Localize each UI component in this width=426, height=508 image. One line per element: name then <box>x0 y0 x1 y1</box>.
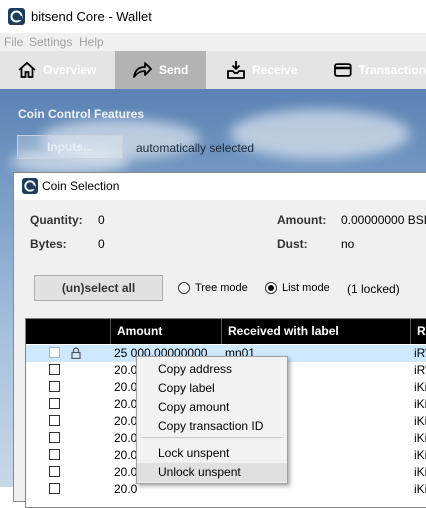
locked-count: (1 locked) <box>347 282 400 296</box>
bitsend-logo-icon <box>22 178 38 194</box>
background-cloud <box>230 109 410 159</box>
coin-control-title: Coin Control Features <box>18 107 145 121</box>
tab-overview[interactable]: Overview <box>17 51 113 89</box>
menu-item-copy-transaction-id[interactable]: Copy transaction ID <box>137 417 287 436</box>
row-address: iRW <box>414 346 426 360</box>
tab-transactions[interactable]: Transaction <box>333 51 426 89</box>
header-amount[interactable]: Amount <box>110 319 221 344</box>
row-address: iKi <box>414 380 426 394</box>
quantity-label: Quantity: <box>30 213 83 227</box>
row-checkbox[interactable] <box>49 415 60 426</box>
window-titlebar: bitsend Core - Wallet <box>0 0 426 33</box>
row-address: iKi <box>414 448 426 462</box>
row-amount: 20.0 <box>114 380 138 394</box>
menu-item-copy-address[interactable]: Copy address <box>137 360 287 379</box>
menu-item-lock-unspent[interactable]: Lock unspent <box>137 444 287 463</box>
context-menu: Copy address Copy label Copy amount Copy… <box>136 356 288 484</box>
row-address: iKi <box>414 431 426 445</box>
row-checkbox[interactable] <box>49 364 60 375</box>
row-address: iKi <box>414 414 426 428</box>
lock-icon <box>71 347 81 359</box>
row-checkbox[interactable] <box>49 381 60 392</box>
amount-value: 0.00000000 BSD <box>341 213 426 227</box>
home-icon <box>18 61 36 78</box>
row-amount: 20.0 <box>114 397 138 411</box>
coin-control-status: automatically selected <box>136 141 255 155</box>
amount-label: Amount: <box>277 213 327 227</box>
receive-icon <box>227 61 245 79</box>
row-checkbox[interactable] <box>49 483 60 494</box>
row-amount: 20.0 <box>114 431 138 445</box>
row-amount: 20.0 <box>114 465 138 479</box>
row-amount: 20.0 <box>114 448 138 462</box>
unselect-all-button[interactable]: (un)select all <box>34 275 163 301</box>
window-title: bitsend Core - Wallet <box>31 9 152 24</box>
toolbar: Overview Send Receive Transaction <box>0 51 426 89</box>
row-address: iRW <box>414 363 426 377</box>
header-received-with-address[interactable]: Re <box>410 319 426 344</box>
menu-item-unlock-unspent[interactable]: Unlock unspent <box>137 463 287 482</box>
transactions-icon <box>334 63 352 77</box>
row-address: iKi <box>414 465 426 479</box>
menu-settings[interactable]: Settings <box>29 35 72 49</box>
list-mode-label[interactable]: List mode <box>282 282 330 294</box>
menu-item-copy-label[interactable]: Copy label <box>137 379 287 398</box>
row-checkbox[interactable] <box>49 449 60 460</box>
dust-value: no <box>341 237 355 251</box>
inputs-button[interactable]: Inputs... <box>17 135 123 159</box>
header-received-with-label[interactable]: Received with label <box>221 319 410 344</box>
row-amount: 20.0 <box>114 414 138 428</box>
dialog-titlebar: Coin Selection <box>14 173 426 200</box>
table-header: Amount Received with label Re <box>26 319 426 344</box>
menu-help[interactable]: Help <box>79 35 104 49</box>
row-amount: 20.0 <box>114 363 138 377</box>
row-checkbox[interactable] <box>49 347 60 358</box>
send-icon <box>133 62 152 78</box>
row-amount: 20.0 <box>114 482 138 496</box>
tree-mode-radio[interactable] <box>178 282 190 294</box>
menubar: File Settings Help <box>0 33 426 51</box>
tree-mode-label[interactable]: Tree mode <box>195 282 248 294</box>
tab-receive[interactable]: Receive <box>226 51 321 89</box>
menu-item-copy-amount[interactable]: Copy amount <box>137 398 287 417</box>
list-mode-radio[interactable] <box>265 282 277 294</box>
bytes-value: 0 <box>98 237 105 251</box>
tab-send[interactable]: Send <box>115 51 206 89</box>
dialog-title: Coin Selection <box>42 179 120 193</box>
bytes-label: Bytes: <box>30 237 67 251</box>
menu-separator <box>141 437 283 438</box>
menu-file[interactable]: File <box>4 35 23 49</box>
quantity-value: 0 <box>98 213 105 227</box>
row-checkbox[interactable] <box>49 398 60 409</box>
row-checkbox[interactable] <box>49 432 60 443</box>
row-address: iKi <box>414 482 426 496</box>
row-address: iKi <box>414 397 426 411</box>
row-checkbox[interactable] <box>49 466 60 477</box>
bitsend-logo-icon <box>8 8 25 25</box>
dust-label: Dust: <box>277 237 308 251</box>
header-checkbox-column[interactable] <box>26 319 110 344</box>
main-window: bitsend Core - Wallet File Settings Help… <box>0 0 426 508</box>
